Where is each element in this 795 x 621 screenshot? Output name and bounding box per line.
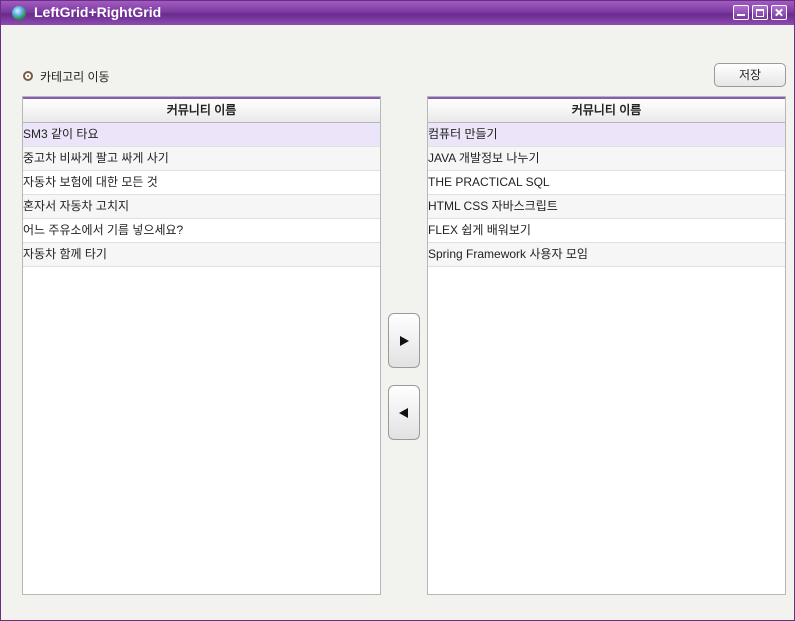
title-bar[interactable]: LeftGrid+RightGrid xyxy=(1,1,794,25)
right-grid-header[interactable]: 커뮤니티 이름 xyxy=(428,97,785,123)
app-window: LeftGrid+RightGrid 카테고리 이동 저장 커뮤니티 이름 SM… xyxy=(0,0,795,621)
table-row[interactable]: 자동차 보험에 대한 모든 것 xyxy=(23,171,380,195)
table-row[interactable]: 자동차 함께 타기 xyxy=(23,243,380,267)
table-row[interactable]: SM3 같이 타요 xyxy=(23,123,380,147)
globe-icon xyxy=(12,6,26,20)
category-move-radio[interactable] xyxy=(23,71,33,81)
table-row[interactable]: Spring Framework 사용자 모임 xyxy=(428,243,785,267)
table-row[interactable]: FLEX 쉽게 배워보기 xyxy=(428,219,785,243)
arrow-left-icon xyxy=(399,408,408,418)
table-row[interactable]: HTML CSS 자바스크립트 xyxy=(428,195,785,219)
close-button[interactable] xyxy=(771,5,787,20)
minimize-button[interactable] xyxy=(733,5,749,20)
left-grid-header[interactable]: 커뮤니티 이름 xyxy=(23,97,380,123)
left-grid[interactable]: 커뮤니티 이름 SM3 같이 타요 중고차 비싸게 팔고 싸게 사기 자동차 보… xyxy=(22,96,381,595)
window-title: LeftGrid+RightGrid xyxy=(34,4,162,20)
table-row[interactable]: JAVA 개발정보 나누기 xyxy=(428,147,785,171)
move-right-button[interactable] xyxy=(388,313,420,368)
save-button[interactable]: 저장 xyxy=(714,63,786,87)
arrow-right-icon xyxy=(400,336,409,346)
table-row[interactable]: 혼자서 자동차 고치지 xyxy=(23,195,380,219)
move-left-button[interactable] xyxy=(388,385,420,440)
table-row[interactable]: 컴퓨터 만들기 xyxy=(428,123,785,147)
table-row[interactable]: 어느 주유소에서 기름 넣으세요? xyxy=(23,219,380,243)
maximize-button[interactable] xyxy=(752,5,768,20)
right-grid[interactable]: 커뮤니티 이름 컴퓨터 만들기 JAVA 개발정보 나누기 THE PRACTI… xyxy=(427,96,786,595)
table-row[interactable]: 중고차 비싸게 팔고 싸게 사기 xyxy=(23,147,380,171)
table-row[interactable]: THE PRACTICAL SQL xyxy=(428,171,785,195)
category-move-label: 카테고리 이동 xyxy=(40,70,110,84)
